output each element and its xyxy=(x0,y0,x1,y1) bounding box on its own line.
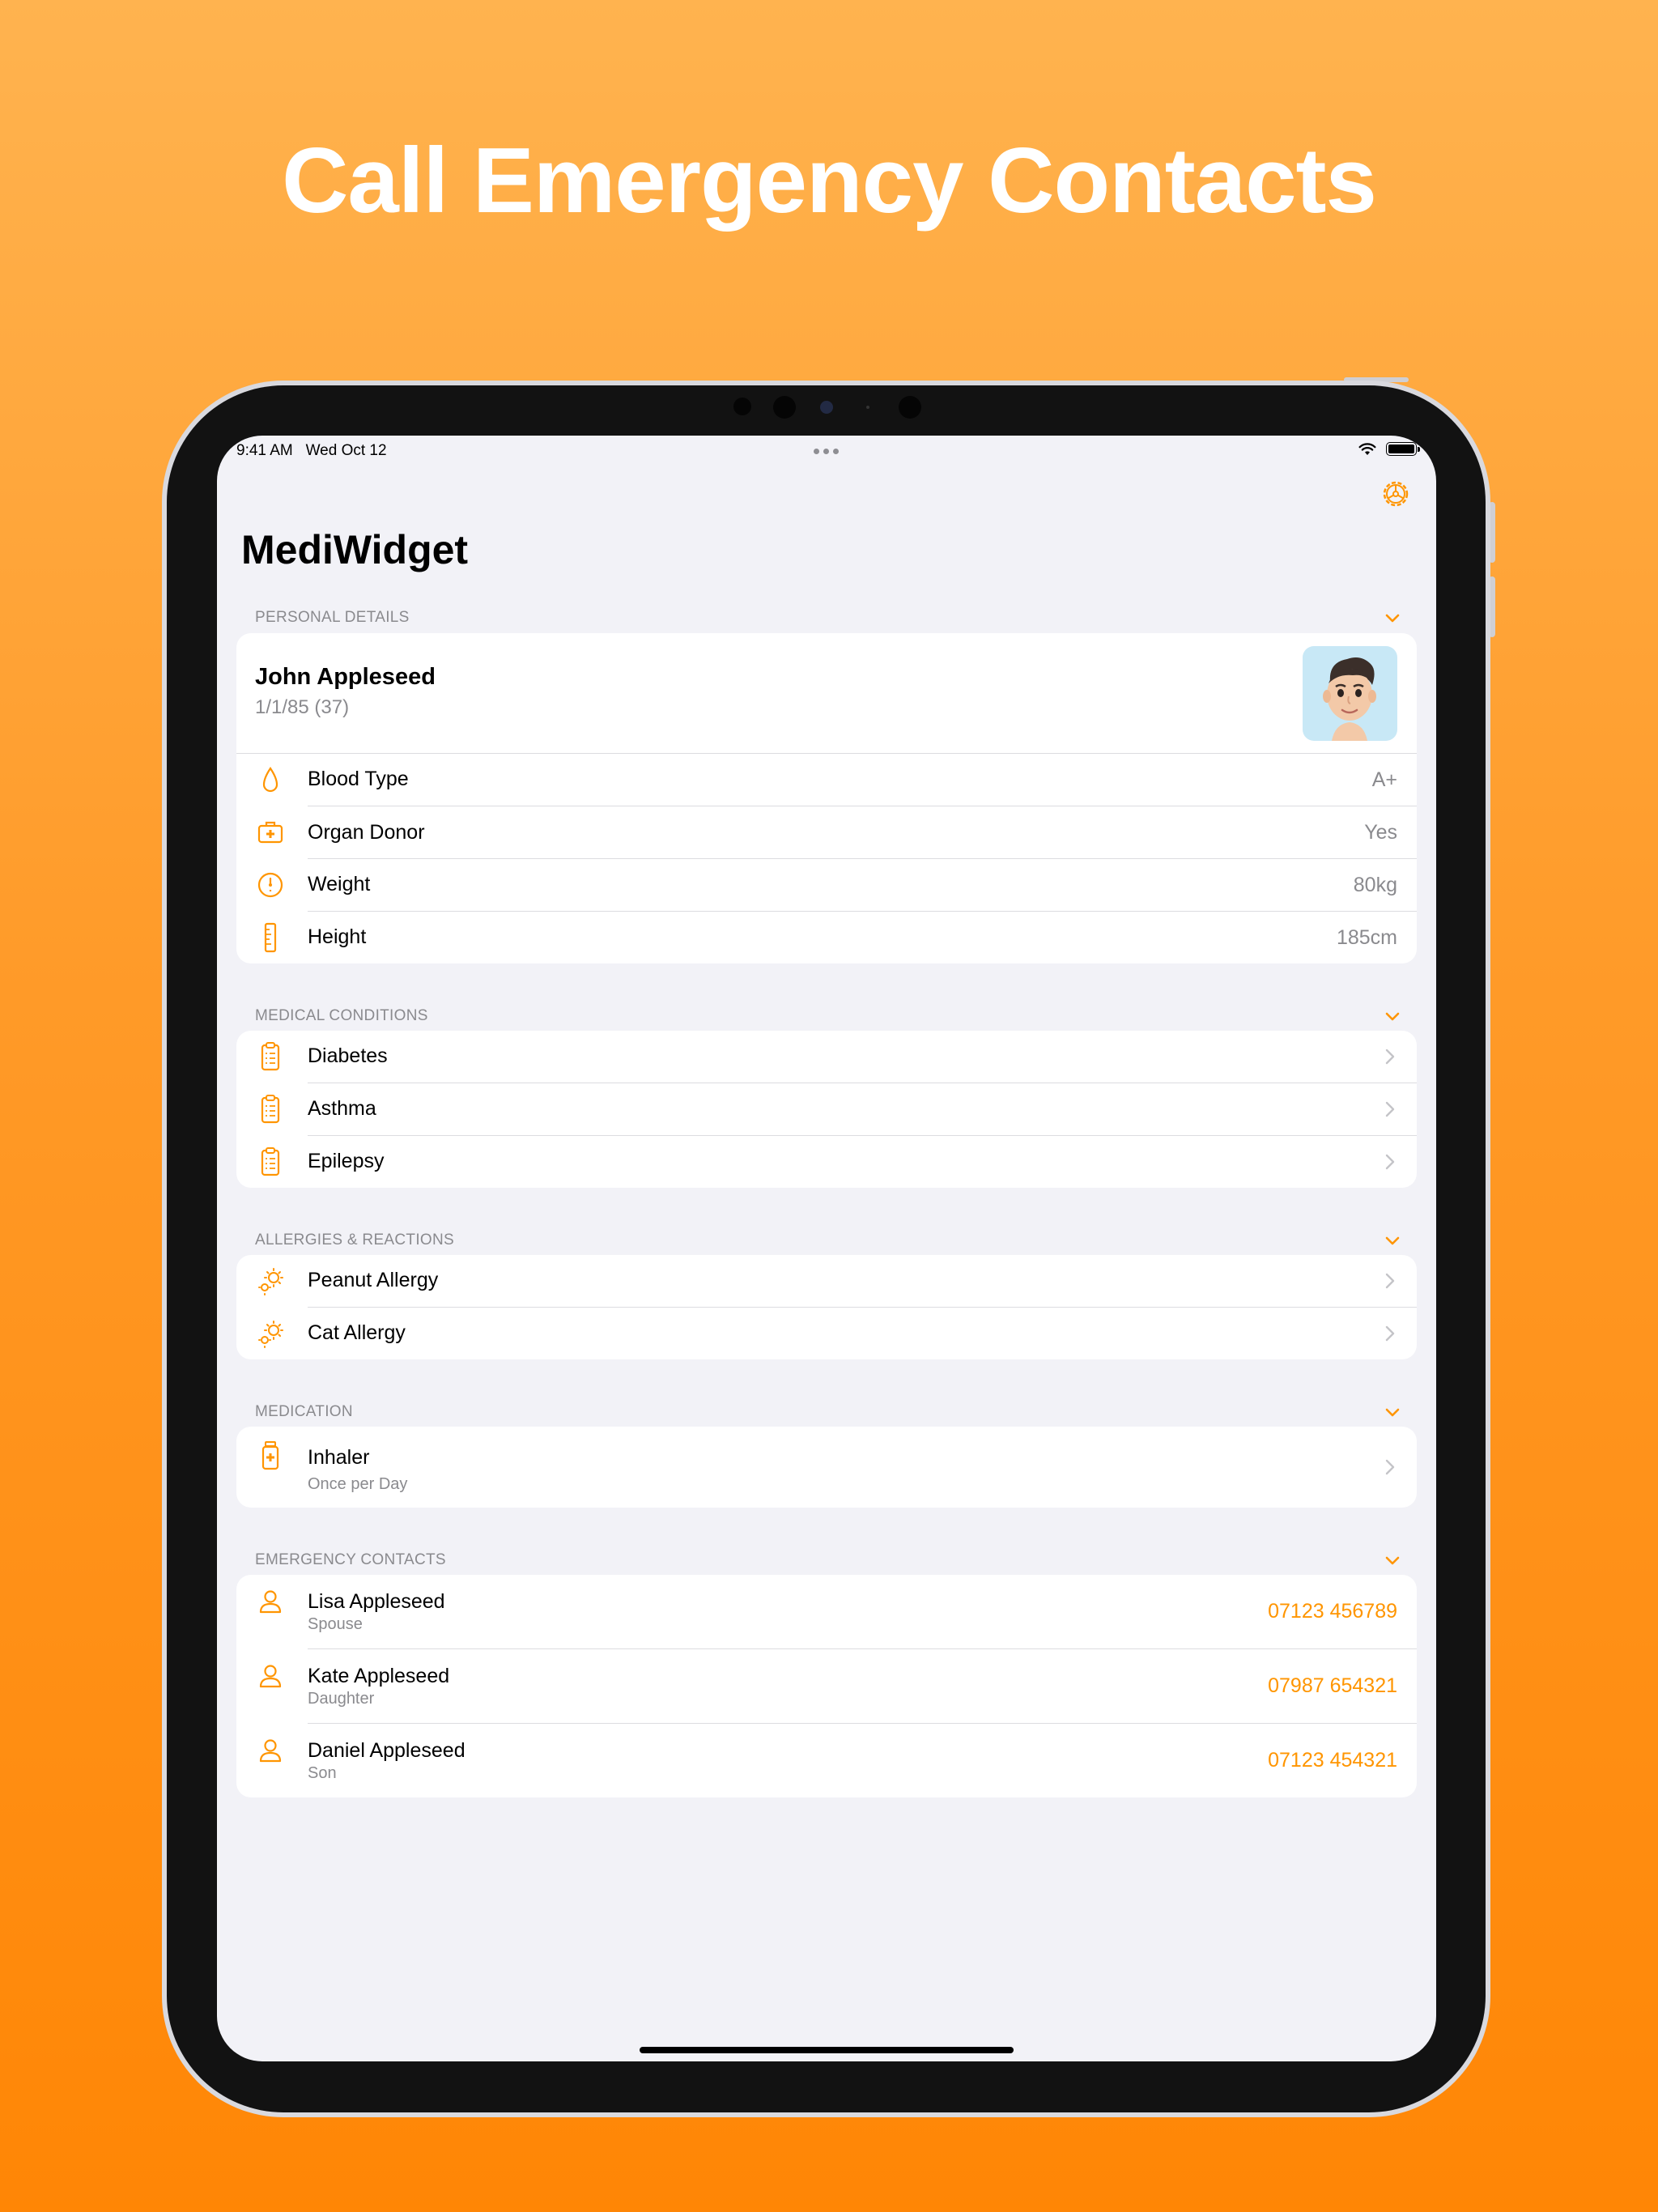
front-camera xyxy=(820,401,833,414)
ipad-screen: 9:41 AM Wed Oct 12 MediWidget PERSONAL D… xyxy=(217,436,1436,2061)
home-indicator[interactable] xyxy=(640,2047,1014,2053)
contact-name: Lisa Appleseed xyxy=(308,1590,445,1613)
chevron-right-icon xyxy=(1385,1459,1395,1475)
allergy-label: Peanut Allergy xyxy=(308,1269,439,1291)
condition-label: Epilepsy xyxy=(308,1150,385,1172)
detail-label: Height xyxy=(308,925,367,948)
status-clock: 9:41 AM xyxy=(236,442,293,459)
section-title: MEDICATION xyxy=(255,1403,353,1420)
list-item-contact[interactable]: Lisa Appleseed Spouse 07123 456789 xyxy=(236,1575,1417,1649)
camera-sensor xyxy=(733,398,751,415)
scale-icon xyxy=(257,872,283,898)
person-icon xyxy=(259,1590,282,1614)
detail-value: A+ xyxy=(1371,768,1397,791)
profile-name: John Appleseed xyxy=(255,664,436,690)
profile-dob: 1/1/85 (37) xyxy=(255,696,350,718)
page-title: MediWidget xyxy=(241,527,469,572)
contact-relation: Son xyxy=(308,1764,337,1782)
list-item-contact[interactable]: Kate Appleseed Daughter 07987 654321 xyxy=(236,1649,1417,1724)
allergies-card: Peanut Allergy Cat Allergy xyxy=(236,1255,1417,1359)
contact-name: Kate Appleseed xyxy=(308,1665,450,1687)
battery-icon xyxy=(1386,442,1420,456)
section-title: PERSONAL DETAILS xyxy=(255,609,410,626)
chevron-right-icon xyxy=(1385,1325,1395,1342)
pill-bottle-icon xyxy=(261,1441,279,1470)
medical-conditions-card: Diabetes Asthma Epilepsy xyxy=(236,1031,1417,1188)
chevron-down-icon[interactable] xyxy=(1384,609,1401,627)
status-date: Wed Oct 12 xyxy=(305,442,387,459)
detail-label: Organ Donor xyxy=(308,821,425,844)
status-indicators xyxy=(1358,442,1420,456)
list-item-contact[interactable]: Daniel Appleseed Son 07123 454321 xyxy=(236,1724,1417,1797)
chevron-right-icon xyxy=(1385,1101,1395,1117)
allergen-icon xyxy=(258,1268,283,1295)
chevron-right-icon xyxy=(1385,1049,1395,1065)
status-time: 9:41 AM Wed Oct 12 xyxy=(236,442,387,460)
section-header-personal-details[interactable]: PERSONAL DETAILS xyxy=(255,606,1401,630)
allergen-icon xyxy=(258,1321,283,1348)
memoji-avatar xyxy=(1323,657,1376,741)
medication-label: Inhaler xyxy=(308,1446,370,1469)
chevron-down-icon[interactable] xyxy=(1384,1551,1401,1569)
chevron-down-icon[interactable] xyxy=(1384,1007,1401,1025)
chevron-right-icon xyxy=(1385,1273,1395,1289)
chevron-down-icon[interactable] xyxy=(1384,1403,1401,1421)
emergency-contacts-card: Lisa Appleseed Spouse 07123 456789 Kate … xyxy=(236,1575,1417,1797)
camera-sensor xyxy=(899,396,921,419)
person-icon xyxy=(259,1739,282,1763)
detail-row-blood-type[interactable]: Blood Type A+ xyxy=(236,754,1417,806)
detail-value: Yes xyxy=(1364,821,1397,844)
medication-card: Inhaler Once per Day xyxy=(236,1427,1417,1508)
list-item-medication[interactable]: Inhaler Once per Day xyxy=(236,1427,1417,1508)
wifi-icon xyxy=(1358,442,1376,455)
list-item-allergy[interactable]: Cat Allergy xyxy=(236,1308,1417,1359)
medical-kit-icon xyxy=(257,821,283,844)
clipboard-icon xyxy=(261,1147,280,1176)
drop-icon xyxy=(262,767,278,793)
list-item-allergy[interactable]: Peanut Allergy xyxy=(236,1255,1417,1308)
chevron-right-icon xyxy=(1385,1154,1395,1170)
section-header-emergency-contacts[interactable]: EMERGENCY CONTACTS xyxy=(255,1548,1401,1572)
person-icon xyxy=(259,1665,282,1688)
detail-row-height[interactable]: Height 185cm xyxy=(236,912,1417,963)
detail-value: 185cm xyxy=(1336,926,1397,949)
status-bar: 9:41 AM Wed Oct 12 xyxy=(217,436,1436,468)
list-item-condition[interactable]: Diabetes xyxy=(236,1031,1417,1083)
section-title: MEDICAL CONDITIONS xyxy=(255,1007,428,1024)
condition-label: Asthma xyxy=(308,1097,376,1120)
allergy-label: Cat Allergy xyxy=(308,1321,406,1344)
detail-label: Blood Type xyxy=(308,768,409,790)
detail-value: 80kg xyxy=(1353,874,1397,896)
detail-row-weight[interactable]: Weight 80kg xyxy=(236,859,1417,912)
multitasking-dots[interactable] xyxy=(814,449,839,454)
marketing-headline: Call Emergency Contacts xyxy=(282,130,1377,232)
camera-sensor xyxy=(773,396,796,419)
section-header-allergies[interactable]: ALLERGIES & REACTIONS xyxy=(255,1228,1401,1253)
section-title: ALLERGIES & REACTIONS xyxy=(255,1231,454,1249)
detail-row-organ-donor[interactable]: Organ Donor Yes xyxy=(236,806,1417,859)
chevron-down-icon[interactable] xyxy=(1384,1231,1401,1249)
section-header-medication[interactable]: MEDICATION xyxy=(255,1400,1401,1424)
list-item-condition[interactable]: Asthma xyxy=(236,1083,1417,1136)
section-title: EMERGENCY CONTACTS xyxy=(255,1551,446,1568)
detail-label: Weight xyxy=(308,873,371,895)
section-header-medical-conditions[interactable]: MEDICAL CONDITIONS xyxy=(255,1004,1401,1028)
condition-label: Diabetes xyxy=(308,1044,388,1067)
contact-relation: Daughter xyxy=(308,1690,375,1708)
personal-details-card: John Appleseed 1/1/85 (37) Blood Type A+… xyxy=(236,633,1417,963)
medication-frequency: Once per Day xyxy=(308,1475,408,1493)
clipboard-icon xyxy=(261,1042,280,1071)
avatar[interactable] xyxy=(1303,646,1397,741)
list-item-condition[interactable]: Epilepsy xyxy=(236,1136,1417,1188)
call-phone-link[interactable]: 07987 654321 xyxy=(1268,1674,1397,1698)
contact-relation: Spouse xyxy=(308,1615,363,1633)
gear-icon[interactable] xyxy=(1380,478,1412,510)
profile-row[interactable]: John Appleseed 1/1/85 (37) xyxy=(236,633,1417,754)
clipboard-icon xyxy=(261,1095,280,1124)
call-phone-link[interactable]: 07123 456789 xyxy=(1268,1600,1397,1623)
call-phone-link[interactable]: 07123 454321 xyxy=(1268,1749,1397,1772)
ruler-icon xyxy=(264,922,277,953)
ambient-sensor xyxy=(866,406,869,409)
contact-name: Daniel Appleseed xyxy=(308,1739,466,1762)
